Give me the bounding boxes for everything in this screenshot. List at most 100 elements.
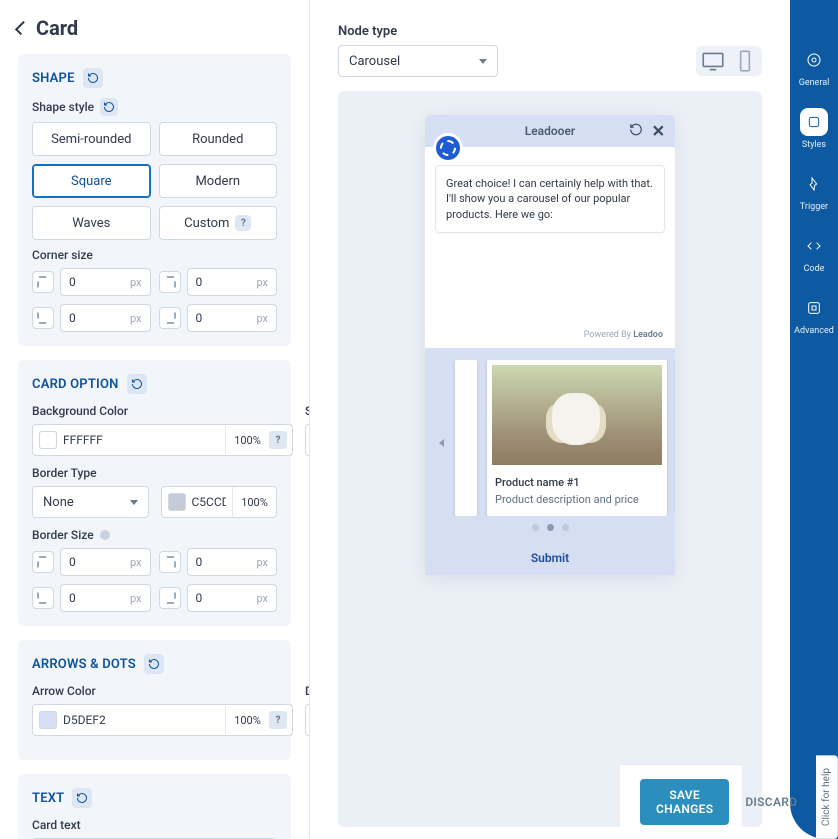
corner-bl-icon	[32, 307, 54, 329]
back-icon[interactable]	[15, 21, 29, 35]
nav-code[interactable]: Code	[800, 232, 828, 274]
nav-general[interactable]: General	[799, 46, 830, 88]
shape-option-semi-rounded[interactable]: Semi-rounded	[32, 122, 151, 156]
arrow-swatch[interactable]	[39, 711, 57, 729]
shape-heading: SHAPE	[32, 71, 75, 86]
bsize-br-icon	[159, 587, 181, 609]
corner-tr-input[interactable]: px	[187, 268, 278, 296]
shape-style-label: Shape style	[32, 98, 277, 116]
border-size-label: Border Size	[32, 528, 277, 542]
bot-avatar	[433, 133, 463, 163]
border-type-select[interactable]: None	[32, 486, 149, 518]
bsize-bl-icon	[32, 587, 54, 609]
reset-arrows-dots-button[interactable]	[144, 654, 164, 674]
bg-color-label: Background Color	[32, 404, 293, 418]
card-desc: Product description and price	[495, 493, 659, 506]
node-type-label: Node type	[338, 24, 762, 39]
bg-pct: 100%	[225, 425, 269, 455]
reset-shape-style-button[interactable]	[100, 98, 118, 116]
bsize-bl-input[interactable]: px	[60, 584, 151, 612]
shape-option-square[interactable]: Square	[32, 164, 151, 198]
reset-card-option-button[interactable]	[127, 374, 147, 394]
bg-swatch[interactable]	[39, 431, 57, 449]
shape-option-rounded[interactable]: Rounded	[159, 122, 278, 156]
device-toggle	[696, 46, 762, 76]
corner-tl-input[interactable]: px	[60, 268, 151, 296]
arrow-hex-input[interactable]	[57, 713, 225, 727]
carousel: Product name #1 Product description and …	[425, 348, 675, 541]
sel-color-label: Selection Color	[305, 404, 309, 418]
corner-size-label: Corner size	[32, 248, 277, 262]
border-color-field[interactable]: 100%	[161, 486, 278, 518]
submit-button[interactable]: Submit	[425, 541, 675, 575]
desktop-view-button[interactable]	[700, 50, 726, 72]
refresh-icon[interactable]	[629, 123, 643, 140]
save-button[interactable]: SAVE CHANGES	[640, 779, 729, 825]
text-heading: TEXT	[32, 791, 64, 806]
bsize-tr-input[interactable]: px	[187, 548, 278, 576]
sel-color-field[interactable]: 100% ?	[305, 424, 309, 456]
powered-by: Powered By Leadoo	[435, 326, 665, 344]
carousel-dots	[425, 524, 675, 531]
bsize-tr-icon	[159, 551, 181, 573]
reset-text-button[interactable]	[72, 788, 92, 808]
preview-canvas: Leadooer ✕ Great choice! I can certainly…	[338, 91, 762, 827]
close-icon[interactable]: ✕	[652, 122, 665, 141]
shape-panel: SHAPE Shape style Semi-rounded Rounded S…	[18, 54, 291, 346]
bsize-tl-icon	[32, 551, 54, 573]
card-name: Product name #1	[495, 476, 659, 489]
arrow-color-field[interactable]: 100% ?	[32, 704, 293, 736]
footer: SAVE CHANGES DISCARD	[620, 764, 742, 839]
shape-option-waves[interactable]: Waves	[32, 206, 151, 240]
border-pct: 100%	[232, 487, 276, 517]
card-text-label: Card text	[32, 818, 277, 832]
chat-header: Leadooer ✕	[425, 115, 675, 147]
chevron-down-icon	[479, 59, 487, 64]
help-tab[interactable]: Click for help	[816, 755, 838, 839]
dot-color-field[interactable]: 100% ?	[305, 704, 309, 736]
dot[interactable]	[532, 524, 539, 531]
arrow-color-label: Arrow Color	[32, 684, 293, 698]
text-panel: TEXT Card text Lato? 100%	[18, 774, 291, 839]
bg-hex-input[interactable]	[57, 433, 225, 447]
dot[interactable]	[547, 524, 554, 531]
nav-advanced[interactable]: Advanced	[794, 294, 834, 336]
carousel-card[interactable]: Product name #1 Product description and …	[487, 360, 667, 516]
corner-tl-icon	[32, 271, 54, 293]
shape-option-modern[interactable]: Modern	[159, 164, 278, 198]
info-icon	[100, 530, 110, 540]
border-hex-input[interactable]	[186, 495, 233, 509]
bg-color-field[interactable]: 100% ?	[32, 424, 293, 456]
info-icon: ?	[235, 215, 251, 231]
border-type-label: Border Type	[32, 466, 277, 480]
chat-message: Great choice! I can certainly help with …	[435, 165, 665, 233]
bsize-tl-input[interactable]: px	[60, 548, 151, 576]
arrows-dots-heading: ARROWS & DOTS	[32, 657, 136, 672]
border-swatch[interactable]	[168, 493, 186, 511]
card-option-heading: CARD OPTION	[32, 377, 119, 392]
discard-button[interactable]: DISCARD	[745, 795, 797, 809]
card-option-panel: CARD OPTION Background Color 100% ? Sele…	[18, 360, 291, 626]
shape-option-custom[interactable]: Custom?	[159, 206, 278, 240]
arrows-dots-panel: ARROWS & DOTS Arrow Color 100% ? Dot col…	[18, 640, 291, 760]
nav-styles[interactable]: Styles	[800, 108, 828, 150]
chat-window: Leadooer ✕ Great choice! I can certainly…	[425, 115, 675, 575]
card-image	[492, 365, 662, 465]
corner-bl-input[interactable]: px	[60, 304, 151, 332]
corner-br-icon	[159, 307, 181, 329]
reset-shape-button[interactable]	[83, 68, 103, 88]
carousel-card-peek-left[interactable]	[455, 360, 477, 516]
dot[interactable]	[562, 524, 569, 531]
mobile-view-button[interactable]	[732, 50, 758, 72]
corner-br-input[interactable]: px	[187, 304, 278, 332]
chevron-down-icon	[130, 500, 138, 505]
dot-color-label: Dot color	[305, 684, 309, 698]
bsize-br-input[interactable]: px	[187, 584, 278, 612]
page-title: Card	[36, 16, 78, 40]
nav-trigger[interactable]: Trigger	[800, 170, 828, 212]
info-icon: ?	[269, 711, 287, 729]
node-type-select[interactable]: Carousel	[338, 45, 498, 77]
arrow-pct: 100%	[225, 705, 269, 735]
right-nav: General Styles Trigger Code Advanced	[790, 0, 838, 839]
chat-title: Leadooer	[525, 124, 576, 138]
